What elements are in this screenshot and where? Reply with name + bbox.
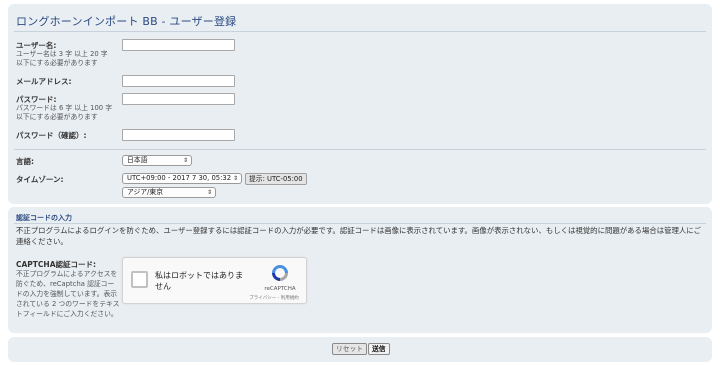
confirm-divider — [14, 223, 706, 224]
actions-panel: リセット 送信 — [8, 337, 712, 362]
language-select-value: 日本語 — [127, 156, 148, 164]
username-hint-line1: ユーザー名は 3 字 以上 20 字 — [16, 50, 108, 58]
email-input[interactable] — [122, 75, 235, 87]
recaptcha-checkbox[interactable] — [131, 271, 148, 288]
confirm-code-panel: 認証コードの入力 不正プログラムによるログインを防ぐため、ユーザー登録するには認… — [8, 207, 712, 333]
recaptcha-brand: reCAPTCHA — [264, 286, 296, 292]
password-hint-line1: パスワードは 6 字 以上 100 字 — [16, 104, 113, 112]
timezone-label: タイムゾーン: — [16, 175, 64, 184]
confirm-heading: 認証コードの入力 — [16, 214, 72, 222]
select-arrows-icon: ⇕ — [182, 157, 188, 164]
recaptcha-checkbox-label: 私はロボットではありません — [155, 271, 243, 291]
recaptcha-widget: 私はロボットではありません reCAPTCHA プライバシー - 利用規約 — [122, 257, 307, 304]
password-input[interactable] — [122, 93, 235, 105]
recaptcha-logo-icon — [272, 265, 288, 281]
password-hint-line2: 以下にする必要があります — [16, 113, 98, 121]
recaptcha-links[interactable]: プライバシー - 利用規約 — [243, 295, 305, 301]
password-confirm-input[interactable] — [122, 129, 235, 141]
reset-button[interactable]: リセット — [332, 343, 368, 355]
registration-panel: ロングホーンインポート BB - ユーザー登録 ユーザー名: ユーザー名は 3 … — [8, 4, 712, 204]
page-title: ロングホーンインポート BB - ユーザー登録 — [16, 15, 237, 28]
timezone-region-value: アジア/東京 — [127, 188, 164, 196]
timezone-select[interactable]: UTC+09:00 - 2017 7 30, 05:32 ⇕ — [122, 173, 242, 184]
timezone-region-select[interactable]: アジア/東京 ⇕ — [122, 187, 216, 198]
timezone-hint-button[interactable]: 提示: UTC-05:00 — [245, 173, 307, 185]
language-select[interactable]: 日本語 ⇕ — [122, 155, 192, 166]
email-label: メールアドレス: — [16, 77, 72, 86]
username-input[interactable] — [122, 39, 235, 51]
password-confirm-label: パスワード（確認）: — [16, 131, 87, 140]
title-divider — [14, 31, 706, 32]
timezone-select-value: UTC+09:00 - 2017 7 30, 05:32 — [127, 174, 232, 182]
submit-button[interactable]: 送信 — [368, 343, 390, 355]
select-arrows-icon: ⇕ — [206, 189, 212, 196]
section-divider — [14, 149, 706, 150]
language-label: 言語: — [16, 157, 34, 166]
username-hint-line2: 以下にする必要があります — [16, 59, 98, 67]
captcha-hint: 不正プログラムによるアクセスを防ぐため、reCaptcha 認証コードの入力を強… — [16, 270, 120, 318]
confirm-description: 不正プログラムによるログインを防ぐため、ユーザー登録するには認証コードの入力が必… — [16, 226, 701, 246]
select-arrows-icon: ⇕ — [232, 175, 238, 182]
